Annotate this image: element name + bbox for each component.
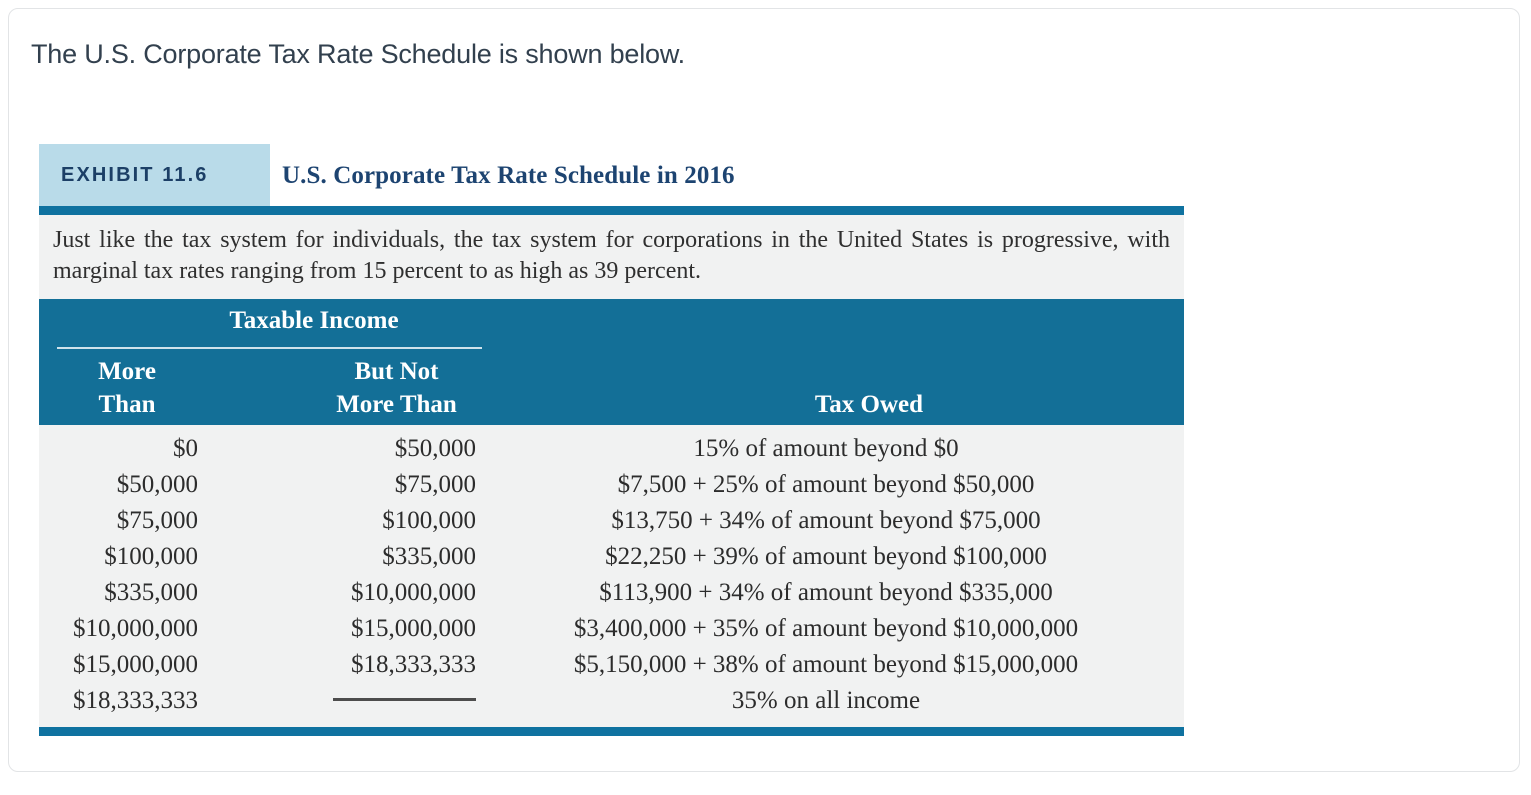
exhibit-title: U.S. Corporate Tax Rate Schedule in 2016 — [282, 162, 735, 189]
cell-but-not-more-than: $50,000 — [394, 435, 476, 462]
table-group-header-underline — [57, 347, 482, 349]
cell-more-than: $15,000,000 — [73, 651, 198, 678]
cell-but-not-more-than: $100,000 — [382, 507, 476, 534]
cell-more-than: $0 — [173, 435, 198, 462]
column-header-but-not-more-than-line2: More Than — [336, 391, 457, 418]
cell-but-not-more-than: $15,000,000 — [351, 615, 476, 642]
table-group-header-taxable-income: Taxable Income — [229, 307, 399, 334]
cell-but-not-more-than: $335,000 — [382, 543, 476, 570]
column-header-tax-owed: Tax Owed — [814, 391, 924, 418]
table-row: $50,000 $75,000 $7,500 + 25% of amount b… — [39, 467, 1184, 503]
cell-tax-owed: 15% of amount beyond $0 — [693, 435, 959, 462]
cell-but-not-more-than: $75,000 — [394, 471, 476, 498]
cell-more-than: $335,000 — [104, 579, 198, 606]
exhibit-description-text: Just like the tax system for individuals… — [53, 227, 1170, 284]
exhibit-description: Just like the tax system for individuals… — [39, 215, 1184, 299]
exhibit-bottom-rule — [39, 727, 1184, 736]
exhibit-header: EXHIBIT 11.6 U.S. Corporate Tax Rate Sch… — [39, 144, 1184, 206]
cell-tax-owed: $113,900 + 34% of amount beyond $335,000 — [599, 579, 1053, 606]
cell-more-than: $100,000 — [104, 543, 198, 570]
cell-more-than: $18,333,333 — [73, 687, 198, 714]
column-header-more-than-line2: Than — [98, 391, 156, 418]
table-row: $335,000 $10,000,000 $113,900 + 34% of a… — [39, 575, 1184, 611]
table-row: $75,000 $100,000 $13,750 + 34% of amount… — [39, 503, 1184, 539]
exhibit-figure: EXHIBIT 11.6 U.S. Corporate Tax Rate Sch… — [39, 144, 1184, 736]
cell-but-not-more-than: $18,333,333 — [351, 651, 476, 678]
column-header-more-than: More Than — [57, 355, 197, 421]
cell-but-not-more-than: $10,000,000 — [351, 579, 476, 606]
cell-tax-owed: $3,400,000 + 35% of amount beyond $10,00… — [573, 615, 1079, 642]
cell-more-than: $50,000 — [116, 471, 198, 498]
exhibit-top-rule — [39, 206, 1184, 215]
table-row: $18,333,333 35% on all income — [39, 683, 1184, 719]
column-header-but-not-more-than: But Not More Than — [311, 355, 482, 421]
table-header: Taxable Income More Than But Not More Th… — [39, 299, 1184, 425]
exhibit-number-badge: EXHIBIT 11.6 — [39, 144, 270, 206]
cell-tax-owed: $5,150,000 + 38% of amount beyond $15,00… — [573, 651, 1079, 678]
cell-tax-owed: 35% on all income — [731, 687, 921, 714]
column-header-more-than-line1: More — [98, 358, 156, 385]
cell-tax-owed: $22,250 + 39% of amount beyond $100,000 — [605, 543, 1047, 570]
cell-more-than: $75,000 — [116, 507, 198, 534]
cell-but-not-more-than-empty — [204, 687, 482, 715]
content-card: The U.S. Corporate Tax Rate Schedule is … — [8, 8, 1520, 772]
table-row: $10,000,000 $15,000,000 $3,400,000 + 35%… — [39, 611, 1184, 647]
question-prompt: The U.S. Corporate Tax Rate Schedule is … — [31, 39, 685, 69]
table-row: $15,000,000 $18,333,333 $5,150,000 + 38%… — [39, 647, 1184, 683]
cell-more-than: $10,000,000 — [73, 615, 198, 642]
table-row: $0 $50,000 15% of amount beyond $0 — [39, 431, 1184, 467]
table-row: $100,000 $335,000 $22,250 + 39% of amoun… — [39, 539, 1184, 575]
table-body: $0 $50,000 15% of amount beyond $0 $50,0… — [39, 425, 1184, 727]
empty-value-dash — [333, 697, 476, 701]
exhibit-number-label: EXHIBIT 11.6 — [61, 164, 209, 186]
cell-tax-owed: $7,500 + 25% of amount beyond $50,000 — [617, 471, 1035, 498]
column-header-but-not-more-than-line1: But Not — [354, 358, 439, 385]
cell-tax-owed: $13,750 + 34% of amount beyond $75,000 — [611, 507, 1041, 534]
